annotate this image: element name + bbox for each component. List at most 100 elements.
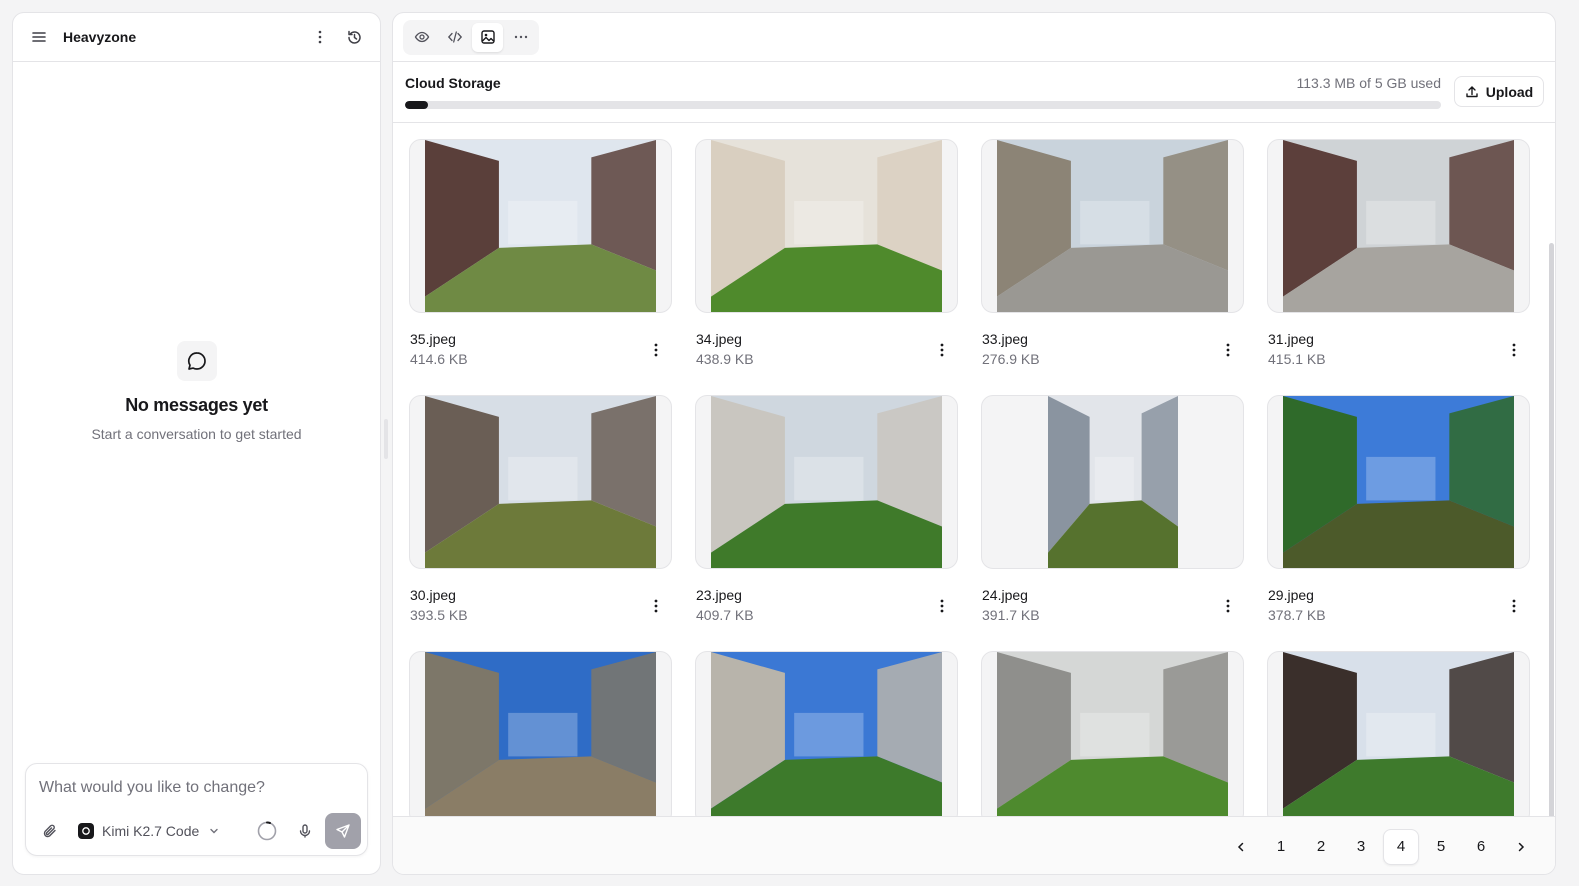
send-button[interactable] xyxy=(325,813,361,849)
file-card[interactable]: 30.jpeg 393.5 KB xyxy=(409,395,672,651)
file-thumbnail[interactable] xyxy=(981,139,1244,313)
more-horizontal-icon xyxy=(514,35,527,39)
file-name: 31.jpeg xyxy=(1268,331,1314,347)
model-logo-icon xyxy=(78,823,94,839)
file-card[interactable] xyxy=(1267,651,1530,816)
page-2-button[interactable]: 2 xyxy=(1303,829,1339,865)
send-icon xyxy=(336,824,350,838)
file-card[interactable]: 35.jpeg 414.6 KB xyxy=(409,139,672,395)
storage-progress-bar xyxy=(405,101,1441,109)
file-name: 29.jpeg xyxy=(1268,587,1314,603)
upload-button[interactable]: Upload xyxy=(1454,76,1544,107)
page-4-button[interactable]: 4 xyxy=(1383,828,1419,865)
photo-thumbnail-image xyxy=(1283,140,1514,312)
photo-thumbnail-image xyxy=(425,652,656,816)
file-more-icon[interactable] xyxy=(934,595,950,617)
upload-icon xyxy=(1466,85,1478,97)
page-3-button[interactable]: 3 xyxy=(1343,829,1379,865)
pagination: 123456 xyxy=(393,816,1555,874)
file-card[interactable]: 34.jpeg 438.9 KB xyxy=(695,139,958,395)
file-thumbnail[interactable] xyxy=(409,651,672,816)
page-number-list: 123456 xyxy=(1259,828,1499,865)
file-more-icon[interactable] xyxy=(1220,595,1236,617)
photo-thumbnail-image xyxy=(711,652,942,816)
model-name: Kimi K2.7 Code xyxy=(102,823,200,839)
chat-header: Heavyzone xyxy=(13,13,380,62)
loading-spinner-icon xyxy=(253,817,281,845)
storage-used-text: 113.3 MB of 5 GB used xyxy=(1296,75,1442,91)
file-more-icon[interactable] xyxy=(648,595,664,617)
menu-icon[interactable] xyxy=(25,23,53,51)
prev-page-button[interactable] xyxy=(1223,829,1259,865)
file-card[interactable]: 23.jpeg 409.7 KB xyxy=(695,395,958,651)
microphone-icon[interactable] xyxy=(291,817,319,845)
message-composer: What would you like to change? Kimi K2.7… xyxy=(25,763,368,856)
photo-thumbnail-image xyxy=(997,652,1228,816)
file-more-icon[interactable] xyxy=(1506,339,1522,361)
file-grid-scroll[interactable]: 35.jpeg 414.6 KB 34.jpeg 438.9 KB 33.jpe… xyxy=(393,122,1555,816)
image-icon xyxy=(480,30,495,44)
file-thumbnail[interactable] xyxy=(981,395,1244,569)
file-thumbnail[interactable] xyxy=(695,395,958,569)
photo-thumbnail-image xyxy=(425,396,656,568)
empty-state: No messages yet Start a conversation to … xyxy=(13,341,380,442)
photo-thumbnail-image xyxy=(997,140,1228,312)
file-name: 24.jpeg xyxy=(982,587,1028,603)
view-toolbar xyxy=(393,13,1555,62)
file-more-icon[interactable] xyxy=(1506,595,1522,617)
empty-title: No messages yet xyxy=(125,395,268,415)
more-vertical-icon[interactable] xyxy=(306,23,334,51)
file-card[interactable]: 31.jpeg 415.1 KB xyxy=(1267,139,1530,395)
tab-images[interactable] xyxy=(472,22,503,52)
chat-bubble-icon xyxy=(176,341,217,381)
tab-code[interactable] xyxy=(439,23,470,52)
file-name: 30.jpeg xyxy=(410,587,456,603)
page-6-button[interactable]: 6 xyxy=(1463,829,1499,865)
photo-thumbnail-image xyxy=(711,140,942,312)
file-card[interactable]: 33.jpeg 276.9 KB xyxy=(981,139,1244,395)
file-thumbnail[interactable] xyxy=(1267,395,1530,569)
chevron-down-icon xyxy=(210,828,218,834)
view-tabs xyxy=(403,19,539,55)
tab-more[interactable] xyxy=(505,23,536,52)
photo-thumbnail-image xyxy=(1047,396,1178,568)
model-selector[interactable]: Kimi K2.7 Code xyxy=(78,823,221,839)
file-thumbnail[interactable] xyxy=(1267,651,1530,816)
app-root: Heavyzone No messages yet Start a conver… xyxy=(0,0,1579,886)
file-thumbnail[interactable] xyxy=(981,651,1244,816)
file-name: 34.jpeg xyxy=(696,331,742,347)
file-more-icon[interactable] xyxy=(1220,339,1236,361)
file-card[interactable] xyxy=(695,651,958,816)
page-1-button[interactable]: 1 xyxy=(1263,829,1299,865)
page-5-button[interactable]: 5 xyxy=(1423,829,1459,865)
file-more-icon[interactable] xyxy=(648,339,664,361)
file-card[interactable] xyxy=(981,651,1244,816)
file-card[interactable]: 29.jpeg 378.7 KB xyxy=(1267,395,1530,651)
file-thumbnail[interactable] xyxy=(1267,139,1530,313)
paperclip-icon[interactable] xyxy=(36,817,64,845)
photo-thumbnail-image xyxy=(711,396,942,568)
next-page-button[interactable] xyxy=(1503,829,1539,865)
file-size: 391.7 KB xyxy=(982,607,1040,623)
file-thumbnail[interactable] xyxy=(695,651,958,816)
scrollbar-thumb[interactable] xyxy=(1549,243,1554,816)
message-input[interactable]: What would you like to change? xyxy=(39,779,265,797)
chat-panel: Heavyzone No messages yet Start a conver… xyxy=(12,12,381,875)
file-more-icon[interactable] xyxy=(934,339,950,361)
file-size: 378.7 KB xyxy=(1268,607,1326,623)
chevron-right-icon xyxy=(1518,842,1525,851)
tab-preview[interactable] xyxy=(406,23,437,52)
file-name: 35.jpeg xyxy=(410,331,456,347)
file-thumbnail[interactable] xyxy=(695,139,958,313)
file-grid: 35.jpeg 414.6 KB 34.jpeg 438.9 KB 33.jpe… xyxy=(409,139,1530,816)
panel-resize-handle[interactable] xyxy=(384,419,388,459)
file-card[interactable]: 24.jpeg 391.7 KB xyxy=(981,395,1244,651)
history-icon[interactable] xyxy=(340,23,368,51)
storage-progress-fill xyxy=(405,101,428,109)
upload-label: Upload xyxy=(1485,83,1534,100)
file-thumbnail[interactable] xyxy=(409,395,672,569)
file-thumbnail[interactable] xyxy=(409,139,672,313)
photo-thumbnail-image xyxy=(425,140,656,312)
composer-toolbar: Kimi K2.7 Code xyxy=(36,813,361,849)
file-card[interactable] xyxy=(409,651,672,816)
